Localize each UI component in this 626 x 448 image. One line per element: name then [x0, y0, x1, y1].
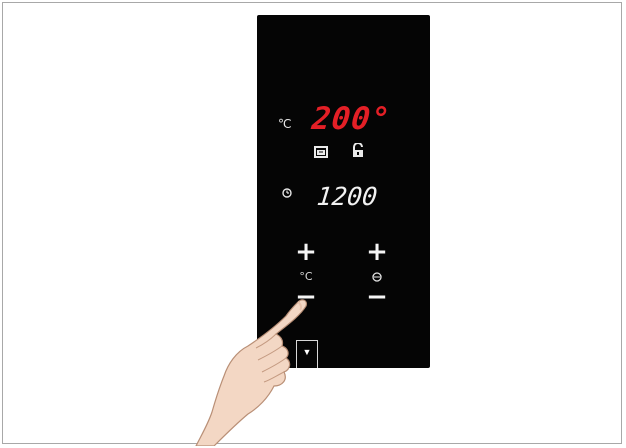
pointing-hand-illustration [195, 299, 307, 446]
temperature-plus-button[interactable]: + [294, 239, 318, 265]
timer-display: 1200 [315, 182, 379, 211]
timer-plus-button[interactable]: + [365, 239, 389, 265]
temperature-display: 200° [310, 101, 393, 137]
oven-mode-icon [313, 145, 329, 159]
timer-minus-button[interactable]: − [365, 284, 389, 310]
clock-icon [281, 187, 293, 199]
temperature-unit-label: °C [278, 117, 291, 131]
child-lock-icon [349, 142, 367, 160]
